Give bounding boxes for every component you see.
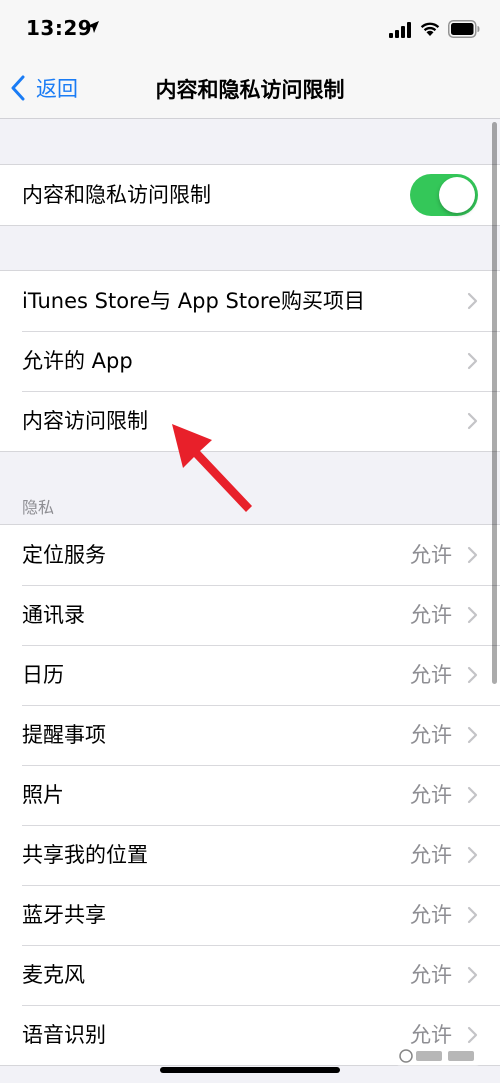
wifi-icon xyxy=(420,22,440,36)
privacy-settings-group: 定位服务 允许 通讯录 允许 日历 允许 提醒事项 允许 照片 允许 共享我的位… xyxy=(0,524,500,1066)
microphone-row[interactable]: 麦克风 允许 xyxy=(0,945,500,1005)
share-my-location-row[interactable]: 共享我的位置 允许 xyxy=(0,825,500,885)
row-label: 内容访问限制 xyxy=(22,409,148,433)
restrictions-toggle-label: 内容和隐私访问限制 xyxy=(22,183,211,207)
chevron-right-icon xyxy=(467,412,478,430)
battery-icon xyxy=(448,20,480,38)
watermark-logo xyxy=(396,1046,480,1066)
row-label: 麦克风 xyxy=(22,963,85,987)
chevron-right-icon xyxy=(467,666,478,684)
chevron-right-icon xyxy=(467,846,478,864)
row-label: 共享我的位置 xyxy=(22,843,148,867)
row-value: 允许 xyxy=(410,723,452,747)
status-bar: 13:29 xyxy=(0,0,500,60)
reminders-row[interactable]: 提醒事项 允许 xyxy=(0,705,500,765)
chevron-right-icon xyxy=(467,292,478,310)
annotation-arrow-icon xyxy=(172,424,252,512)
allowed-apps-row[interactable]: 允许的 App xyxy=(0,331,500,391)
status-time: 13:29 xyxy=(26,16,93,40)
row-label: 语音识别 xyxy=(22,1023,106,1047)
home-indicator[interactable] xyxy=(160,1067,340,1073)
chevron-right-icon xyxy=(467,726,478,744)
chevron-right-icon xyxy=(467,1026,478,1044)
navigation-bar: 返回 内容和隐私访问限制 xyxy=(0,60,500,119)
chevron-right-icon xyxy=(467,546,478,564)
row-value: 允许 xyxy=(410,843,452,867)
row-label: 定位服务 xyxy=(22,543,106,567)
chevron-right-icon xyxy=(467,786,478,804)
row-value: 允许 xyxy=(410,603,452,627)
main-toggle-group: 内容和隐私访问限制 xyxy=(0,164,500,226)
row-label: 提醒事项 xyxy=(22,723,106,747)
chevron-right-icon xyxy=(467,606,478,624)
row-value: 允许 xyxy=(410,783,452,807)
row-label: 照片 xyxy=(22,783,64,807)
row-label: 蓝牙共享 xyxy=(22,903,106,927)
privacy-section-header: 隐私 xyxy=(22,498,55,517)
row-value: 允许 xyxy=(410,963,452,987)
location-arrow-icon xyxy=(87,21,99,33)
calendars-row[interactable]: 日历 允许 xyxy=(0,645,500,705)
cellular-signal-icon xyxy=(389,22,411,38)
row-label: 允许的 App xyxy=(22,349,133,373)
row-value: 允许 xyxy=(410,663,452,687)
restrictions-toggle-row: 内容和隐私访问限制 xyxy=(0,165,500,225)
photos-row[interactable]: 照片 允许 xyxy=(0,765,500,825)
row-label: 通讯录 xyxy=(22,603,85,627)
restrictions-toggle[interactable] xyxy=(410,174,478,216)
chevron-right-icon xyxy=(467,906,478,924)
page-title: 内容和隐私访问限制 xyxy=(155,78,345,102)
row-label: 日历 xyxy=(22,663,64,687)
row-value: 允许 xyxy=(410,543,452,567)
chevron-right-icon xyxy=(467,966,478,984)
location-services-row[interactable]: 定位服务 允许 xyxy=(0,525,500,585)
row-value: 允许 xyxy=(410,903,452,927)
bluetooth-sharing-row[interactable]: 蓝牙共享 允许 xyxy=(0,885,500,945)
row-label: iTunes Store与 App Store购买项目 xyxy=(22,289,366,313)
contacts-row[interactable]: 通讯录 允许 xyxy=(0,585,500,645)
scroll-indicator xyxy=(492,122,497,684)
chevron-right-icon xyxy=(467,352,478,370)
toggle-knob xyxy=(439,177,475,213)
itunes-app-store-purchases-row[interactable]: iTunes Store与 App Store购买项目 xyxy=(0,271,500,331)
